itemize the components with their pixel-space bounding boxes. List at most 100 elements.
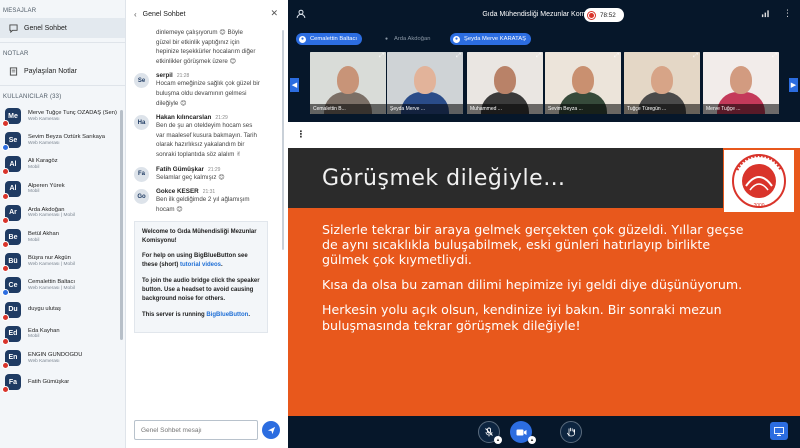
presentation-toggle-button[interactable] (770, 422, 788, 440)
webcam-tile[interactable]: ⤢ Şeyda Merve ... (387, 52, 463, 114)
chat-sender: Fatih Gümüşkar 21:29 (156, 166, 282, 173)
user-name: duygu ulutaş (28, 306, 61, 313)
tutorial-videos-link[interactable]: tutorial videos (180, 262, 221, 268)
user-text: Alperen Yürek Mobil (28, 183, 65, 195)
user-list-item[interactable]: Du duygu ulutaş (0, 298, 125, 322)
video-next-arrow[interactable]: ▶ (789, 78, 798, 92)
webcam-name: Merve Tuğçe ... (703, 104, 779, 114)
welcome-message: Welcome to Gıda Mühendisliği Mezunlar Ko… (134, 220, 268, 333)
status-badge (2, 386, 9, 394)
chat-message-text: güzel bir etkinlik yaptığınız için (156, 38, 240, 46)
presentation-menu-icon[interactable]: ⋮ (294, 127, 308, 141)
avatar-initials: Fa (8, 378, 18, 386)
webcam-tile[interactable]: ⤢ Sevim Beyza ... (545, 52, 621, 114)
webcam-name: Tuğçe Türegün ... (624, 104, 700, 114)
user-list-item[interactable]: Al Alperen Yürek Mobil (0, 177, 125, 201)
avatar: Al (2, 180, 21, 200)
talker-name: Şeyda Merve KARATAŞ (464, 36, 526, 42)
user-list-item[interactable]: Se Sevim Beyza Öztürk Sarıkaya Web Kameras… (0, 128, 125, 152)
webcam-tile[interactable]: ⤢ Muhammed ... (467, 52, 543, 114)
user-list-item[interactable]: Ar Arda Akdoğan Web Kamerası | Mobil (0, 201, 125, 225)
user-list-item[interactable]: Al Ali Karagöz Mobil (0, 152, 125, 176)
notes-icon (8, 66, 18, 76)
recording-indicator[interactable]: 78:52 (584, 8, 624, 22)
user-device: Mobil (28, 334, 40, 340)
avatar-initials: Bü (8, 257, 18, 265)
connection-status-icon[interactable] (761, 9, 770, 20)
user-list-item[interactable]: Me Merve Tuğçe Tunç OZADAŞ (Sen) Web Kamer… (0, 104, 125, 128)
chat-message-continuation: dinlemeye çalışıyorum 😊 Böyle güzel bir e… (126, 28, 288, 66)
user-device: Web Kamerası | Mobil (28, 285, 76, 291)
webcam-tile[interactable]: ⤢ Merve Tuğçe ... (703, 52, 779, 114)
welcome-help: For help on using BigBlueButton see thes… (142, 252, 260, 271)
user-name: Merve Tuğçe Tunç OZADAŞ (Sen) (28, 110, 117, 116)
fullscreen-icon[interactable]: ⤢ (614, 53, 619, 60)
user-list-item[interactable]: Be Betül Akhan Mobil (0, 225, 125, 249)
users-list: Me Merve Tuğçe Tunç OZADAŞ (Sen) Web Kamer… (0, 104, 125, 394)
send-icon (267, 426, 275, 434)
talker-name: Arda Akdoğan (394, 36, 431, 42)
slide-title: Görüşmek dileğiyle… (322, 166, 566, 191)
fullscreen-icon[interactable]: ⤢ (772, 53, 777, 60)
microphone-icon: ● (299, 35, 306, 43)
fullscreen-icon[interactable]: ⤢ (693, 53, 698, 60)
talking-indicator[interactable]: ● Cemalettin Baltacı (296, 33, 363, 45)
close-icon[interactable]: ✕ (270, 8, 278, 19)
bigbluebutton-link[interactable]: BigBlueButton (206, 312, 248, 318)
user-device: Web Kamerası | Mobil (28, 213, 76, 219)
send-button[interactable] (262, 421, 280, 439)
webcam-strip: ◀ ▶ ⤢ Cemalettin B... ⤢ Şeyda Merve ... ⤢ Muh… (288, 52, 800, 118)
user-text: Cemalettin Baltacı Web Kamerası | Mobil (28, 279, 75, 291)
raise-hand-button[interactable] (560, 421, 582, 443)
more-options-icon[interactable]: ⋮ (783, 8, 792, 19)
chat-message-input[interactable] (141, 426, 251, 434)
camera-icon (516, 429, 526, 435)
participant-face (337, 66, 359, 94)
webcam-tile[interactable]: ⤢ Tuğçe Türegün ... (624, 52, 700, 114)
user-list-item[interactable]: En ENGİN GÜNDOĞDU Web Kamerası (0, 346, 125, 370)
user-device: Mobil (28, 237, 40, 243)
user-list-item[interactable]: Ed Eda Kayhan Mobil (0, 322, 125, 346)
talking-indicator[interactable]: ● Arda Akdoğan (380, 33, 435, 45)
talking-indicator[interactable]: ● Şeyda Merve KARATAŞ (450, 33, 531, 45)
public-chat-item[interactable]: Genel Sohbet (0, 18, 125, 38)
meeting-title: Gıda Mühendisliği Mezunlar Komisyonu (482, 11, 606, 18)
camera-options-caret[interactable]: ▴ (528, 436, 536, 444)
chat-message-text: etkinlikler görüşmek üzere 😊 (156, 57, 237, 65)
chevron-left-icon[interactable]: ‹ (134, 10, 137, 19)
user-text: Betül Akhan Mobil (28, 231, 59, 243)
user-device: Web Kamerası (28, 116, 60, 122)
status-badge (2, 337, 9, 345)
users-scrollbar[interactable] (120, 110, 123, 340)
avatar: Se (2, 132, 21, 152)
webcam-tile[interactable]: ⤢ Cemalettin B... (310, 52, 386, 114)
avatar: Ce (2, 277, 21, 297)
video-prev-arrow[interactable]: ◀ (290, 78, 299, 92)
avatar-initials: Du (8, 306, 18, 314)
university-logo: 2000 (724, 150, 794, 212)
user-text: ENGİN GÜNDOĞDU Web Kamerası (28, 352, 82, 364)
user-text: Sevim Beyza Öztürk Sarıkaya Web Kamerası (28, 134, 105, 146)
fullscreen-icon[interactable]: ⤢ (456, 53, 461, 60)
chat-message-text: Ben de şu an oteldeyim hocam ses (156, 122, 253, 130)
chat-message: Ha Hakan kılıncarslan 21:29 Ben de şu an ot… (126, 114, 288, 159)
avatar-initials: Al (9, 185, 17, 193)
user-list-item[interactable]: Bü Büşra nur Akgün Web Kamerası | Mobil (0, 249, 125, 273)
chat-scrollbar[interactable] (282, 30, 284, 250)
chat-avatar: Ha (134, 115, 149, 131)
hand-icon (567, 427, 575, 437)
chat-message-text: var maalesef kusura bakmayın. Tarih (156, 131, 257, 139)
fullscreen-icon[interactable]: ⤢ (536, 53, 541, 60)
chat-input-box[interactable] (134, 420, 258, 440)
recording-time: 78:52 (600, 11, 616, 19)
user-name: Fatih Gümüşkar (28, 378, 70, 385)
server-text-end: . (248, 311, 251, 318)
user-list-item[interactable]: Ce Cemalettin Baltacı Web Kamerası | Mobil (0, 273, 125, 297)
welcome-audio-info: To join the audio bridge click the speak… (142, 277, 260, 303)
shared-notes-item[interactable]: Paylaşılan Notlar (0, 61, 125, 81)
user-list-item[interactable]: Fa Fatih Gümüşkar (0, 370, 125, 394)
sender-name: Hakan kılıncarslan (156, 114, 212, 122)
sender-name: serpil (156, 72, 173, 80)
fullscreen-icon[interactable]: ⤢ (379, 53, 384, 60)
audio-options-caret[interactable]: ▴ (494, 436, 502, 444)
